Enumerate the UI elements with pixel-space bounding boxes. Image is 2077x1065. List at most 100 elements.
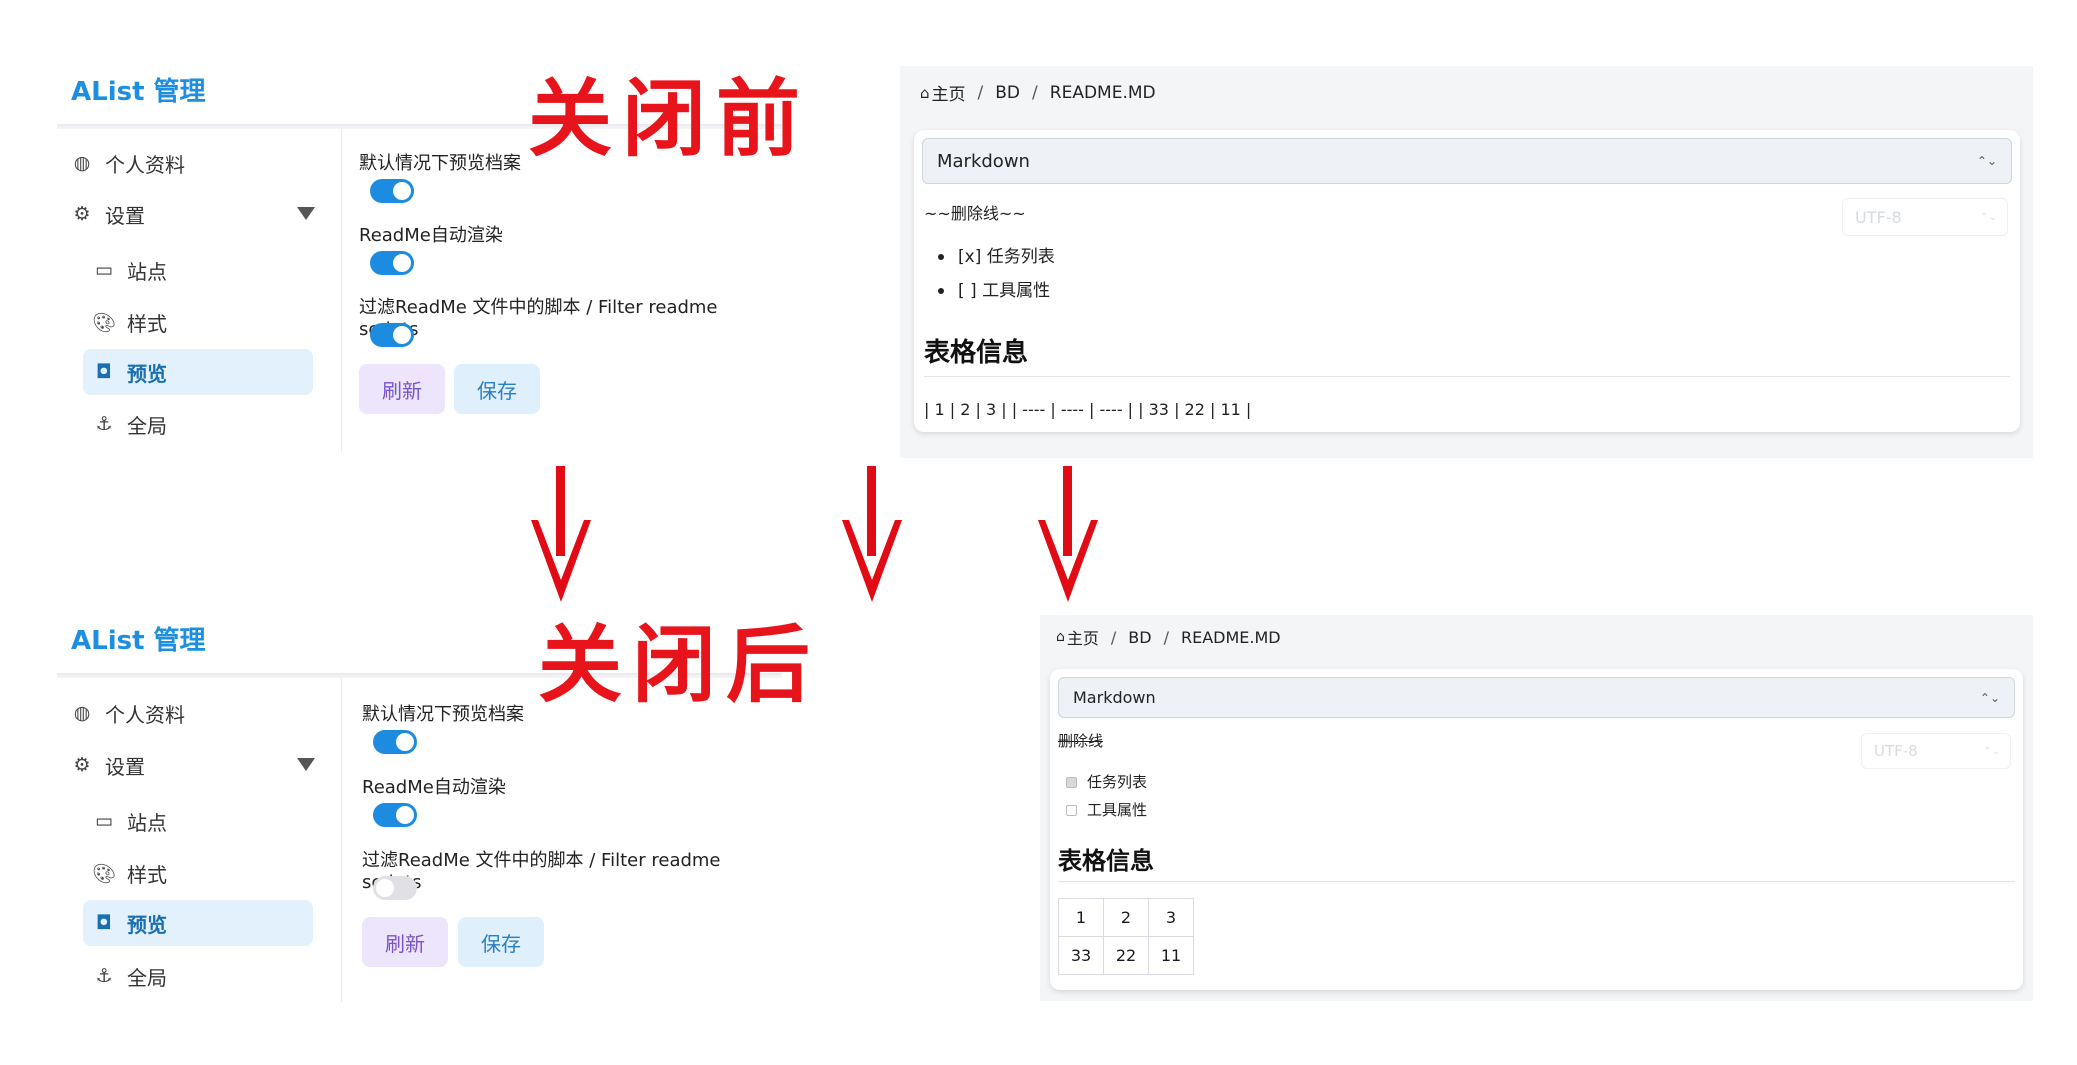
sidebar-item-label: 设置: [105, 754, 145, 779]
sidebar-item-label: 样式: [127, 311, 167, 336]
option-label: 默认情况下预览档案: [362, 704, 524, 725]
toggle-filter-scripts[interactable]: [370, 323, 414, 347]
anchor-icon: ⚓︎: [95, 413, 113, 435]
gear-icon: ⚙: [73, 203, 91, 225]
encoding-select-value: UTF-8: [1874, 742, 1918, 760]
sidebar-item-style[interactable]: 🎨︎ 样式: [83, 299, 313, 345]
option-label: 默认情况下预览档案: [359, 153, 521, 174]
brand-title: AList 管理: [71, 77, 206, 107]
sidebar-item-global[interactable]: ⚓︎ 全局: [83, 401, 313, 447]
table-cell: 33: [1058, 936, 1104, 975]
chevron-updown-icon: ⌃⌄: [1979, 690, 2000, 705]
sidebar-item-global[interactable]: ⚓︎ 全局: [83, 953, 313, 999]
sidebar-item-settings[interactable]: ⚙ 设置: [71, 191, 145, 237]
encoding-select[interactable]: UTF-8 ⌃⌄: [1842, 198, 2008, 236]
sidebar-item-label: 样式: [127, 862, 167, 887]
home-icon: ⌂: [920, 83, 930, 102]
table-raw: | 1 | 2 | 3 | | ---- | ---- | ---- | | 3…: [924, 400, 1252, 419]
heading-divider: [924, 376, 2010, 377]
gear-icon: ⚙: [73, 754, 91, 776]
sidebar-divider: [341, 678, 342, 1002]
globe-icon: ◍: [73, 702, 91, 724]
window-icon: ▭: [95, 810, 113, 832]
window-icon: ▭: [95, 259, 113, 281]
home-icon: ⌂: [1056, 629, 1065, 645]
sidebar-item-label: 站点: [127, 259, 167, 284]
sidebar-item-style[interactable]: 🎨︎ 样式: [83, 850, 313, 896]
save-button[interactable]: 保存: [458, 917, 544, 967]
option-label: ReadMe自动渲染: [362, 777, 506, 798]
palette-icon: 🎨︎: [91, 862, 117, 885]
save-button[interactable]: 保存: [454, 364, 540, 414]
toggle-readme-autorender[interactable]: [373, 803, 417, 827]
checkbox-checked: [1066, 777, 1077, 788]
toggle-readme-autorender[interactable]: [370, 251, 414, 275]
heading-divider: [1058, 881, 2015, 882]
toggle-filter-scripts[interactable]: [373, 876, 417, 900]
viewer-select-value: Markdown: [937, 150, 1030, 172]
sidebar-item-label: 个人资料: [105, 152, 185, 177]
table-cell: 22: [1103, 936, 1149, 975]
checkbox-unchecked: [1066, 805, 1077, 816]
brand-title: AList 管理: [71, 626, 206, 656]
sidebar-item-label: 预览: [127, 912, 167, 937]
task-item: 工具属性: [1066, 799, 1147, 820]
option-label: 过滤ReadMe 文件中的脚本 / Filter readme scripts: [362, 850, 721, 893]
strikethrough-text: 删除线: [1058, 732, 1104, 750]
sidebar-item-profile[interactable]: ◍ 个人资料: [71, 690, 185, 736]
breadcrumb-file: README.MD: [1049, 82, 1156, 103]
readme-preview-after: ⌂ 主页 / BD / README.MD Markdown ⌃⌄ 删除线 UT…: [1040, 615, 2033, 1001]
breadcrumb-home[interactable]: 主页: [932, 80, 966, 105]
sidebar-item-profile[interactable]: ◍ 个人资料: [71, 140, 185, 186]
breadcrumb-file: README.MD: [1180, 627, 1281, 647]
table-cell: 2: [1103, 898, 1149, 937]
viewer-select-value: Markdown: [1073, 688, 1156, 707]
readme-preview-before: ⌂ 主页 / BD / README.MD Markdown ⌃⌄ ~~删除线~…: [900, 66, 2033, 458]
readme-card: Markdown ⌃⌄ 删除线 UTF-8 ⌃⌄ 任务列表 工具属性 表格信息 …: [1050, 669, 2023, 990]
camera-icon: ◘: [96, 912, 112, 934]
refresh-button[interactable]: 刷新: [359, 364, 445, 414]
sidebar-item-preview[interactable]: ◘ 预览: [83, 900, 313, 946]
breadcrumb: ⌂ 主页 / BD / README.MD: [1056, 625, 1281, 649]
option-label: 过滤ReadMe 文件中的脚本 / Filter readme scripts: [359, 297, 718, 340]
table-row: 1 2 3: [1058, 898, 1194, 937]
camera-icon: ◘: [96, 361, 112, 383]
chevron-updown-icon: ⌃⌄: [1983, 745, 2000, 757]
breadcrumb-folder[interactable]: BD: [1128, 628, 1151, 647]
anchor-icon: ⚓︎: [95, 965, 113, 987]
toggle-preview-archives[interactable]: [373, 730, 417, 754]
toggle-preview-archives[interactable]: [370, 179, 414, 203]
viewer-select[interactable]: Markdown ⌃⌄: [922, 138, 2012, 184]
strikethrough-raw: ~~删除线~~: [924, 204, 1026, 223]
chevron-down-icon[interactable]: [297, 207, 315, 220]
globe-icon: ◍: [73, 152, 91, 174]
task-item: 任务列表: [1066, 771, 1147, 792]
list-item: [x] 任务列表: [938, 242, 1055, 267]
section-heading: 表格信息: [924, 338, 1029, 368]
list-item: [ ] 工具属性: [938, 276, 1050, 301]
chevron-updown-icon: ⌃⌄: [1980, 211, 1997, 223]
breadcrumb-folder[interactable]: BD: [995, 83, 1020, 103]
sidebar-item-label: 设置: [105, 203, 145, 228]
sidebar-item-settings[interactable]: ⚙ 设置: [71, 742, 145, 788]
sidebar-item-site[interactable]: ▭ 站点: [83, 798, 313, 844]
viewer-select[interactable]: Markdown ⌃⌄: [1058, 677, 2015, 718]
readme-card: Markdown ⌃⌄ ~~删除线~~ UTF-8 ⌃⌄ [x] 任务列表 [ …: [914, 130, 2020, 432]
sidebar-item-preview[interactable]: ◘ 预览: [83, 349, 313, 395]
refresh-button[interactable]: 刷新: [362, 917, 448, 967]
palette-icon: 🎨︎: [91, 311, 117, 334]
sidebar-divider: [341, 129, 342, 453]
sidebar-item-label: 全局: [127, 965, 167, 990]
encoding-select[interactable]: UTF-8 ⌃⌄: [1861, 733, 2011, 769]
section-heading: 表格信息: [1058, 847, 1154, 875]
encoding-select-value: UTF-8: [1855, 207, 1902, 227]
chevron-down-icon[interactable]: [297, 758, 315, 771]
sidebar-item-label: 个人资料: [105, 702, 185, 727]
breadcrumb-home[interactable]: 主页: [1067, 625, 1099, 649]
chevron-updown-icon: ⌃⌄: [1976, 154, 1997, 168]
sidebar-item-site[interactable]: ▭ 站点: [83, 247, 313, 293]
breadcrumb: ⌂ 主页 / BD / README.MD: [920, 80, 1156, 106]
sidebar-item-label: 站点: [127, 810, 167, 835]
annotation-before: 关闭前: [528, 69, 811, 168]
option-label: ReadMe自动渲染: [359, 225, 503, 246]
